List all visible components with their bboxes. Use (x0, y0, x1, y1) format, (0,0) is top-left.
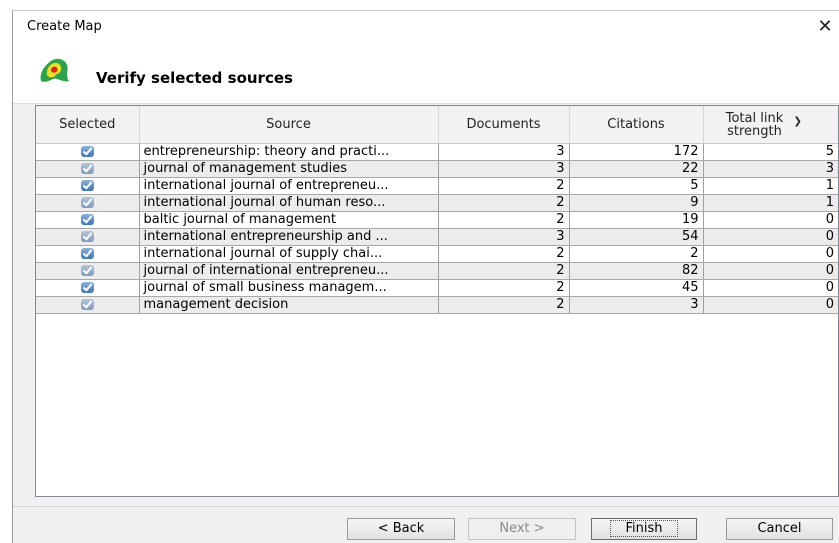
back-button[interactable]: < Back (347, 518, 455, 540)
chevron-down-icon: ❯ (793, 116, 802, 127)
selected-checkbox[interactable] (36, 160, 140, 178)
link-strength-cell: 0 (703, 262, 838, 280)
title-bar: Create Map ✕ (13, 11, 839, 43)
source-cell: management decision (139, 296, 439, 314)
citations-cell: 9 (569, 194, 704, 212)
checkbox-checked-icon[interactable] (80, 248, 94, 259)
documents-cell: 2 (438, 296, 570, 314)
selected-checkbox[interactable] (36, 143, 140, 161)
column-header-documents[interactable]: Documents (438, 106, 570, 144)
table-row[interactable]: international journal of supply chai... 2… (36, 245, 838, 263)
source-cell: international journal of human reso... (139, 194, 439, 212)
table-row[interactable]: international entrepreneurship and ... 3 5… (36, 228, 838, 246)
citations-cell: 172 (569, 143, 704, 161)
column-header-total-link-strength[interactable]: Total link strength ❯ (703, 106, 838, 144)
link-strength-cell: 3 (703, 160, 838, 178)
table-header-row: Selected Source Documents Citations Tota… (36, 106, 838, 144)
citations-cell: 54 (569, 228, 704, 246)
table-row[interactable]: journal of international entrepreneu... 2… (36, 262, 838, 280)
checkbox-checked-icon[interactable] (80, 299, 94, 310)
selected-checkbox[interactable] (36, 228, 140, 246)
link-strength-cell: 0 (703, 296, 838, 314)
table-row[interactable]: international journal of human reso... 2 9… (36, 194, 838, 212)
documents-cell: 2 (438, 262, 570, 280)
selected-checkbox[interactable] (36, 194, 140, 212)
create-map-dialog: Create Map ✕ Verify selected sources Sel… (12, 10, 839, 543)
wizard-header: Verify selected sources (13, 43, 839, 104)
citations-cell: 3 (569, 296, 704, 314)
citations-cell: 22 (569, 160, 704, 178)
source-cell: international entrepreneurship and ... (139, 228, 439, 246)
citations-cell: 82 (569, 262, 704, 280)
next-button[interactable]: Next > (468, 518, 576, 540)
column-header-selected[interactable]: Selected (36, 106, 140, 144)
citations-cell: 5 (569, 177, 704, 195)
selected-checkbox[interactable] (36, 211, 140, 229)
source-cell: international journal of entrepreneu... (139, 177, 439, 195)
source-cell: journal of management studies (139, 160, 439, 178)
documents-cell: 3 (438, 143, 570, 161)
page-title: Verify selected sources (96, 69, 293, 87)
selected-checkbox[interactable] (36, 262, 140, 280)
finish-button[interactable]: Finish (591, 518, 697, 540)
sources-table: Selected Source Documents Citations Tota… (35, 105, 839, 497)
documents-cell: 3 (438, 160, 570, 178)
checkbox-checked-icon[interactable] (80, 214, 94, 225)
citations-cell: 2 (569, 245, 704, 263)
link-strength-cell: 0 (703, 211, 838, 229)
checkbox-checked-icon[interactable] (80, 265, 94, 276)
link-strength-cell: 0 (703, 245, 838, 263)
vosviewer-map-icon (40, 58, 69, 82)
selected-checkbox[interactable] (36, 279, 140, 297)
checkbox-checked-icon[interactable] (80, 231, 94, 242)
checkbox-checked-icon[interactable] (80, 282, 94, 293)
link-strength-cell: 0 (703, 279, 838, 297)
column-header-source[interactable]: Source (139, 106, 439, 144)
window-title: Create Map (27, 19, 102, 34)
selected-checkbox[interactable] (36, 177, 140, 195)
button-bar-divider (13, 506, 839, 507)
checkbox-checked-icon[interactable] (80, 197, 94, 208)
selected-checkbox[interactable] (36, 296, 140, 314)
checkbox-checked-icon[interactable] (80, 146, 94, 157)
table-row[interactable]: journal of management studies 3 22 3 (36, 160, 838, 178)
documents-cell: 2 (438, 177, 570, 195)
column-header-total-link-strength-label: Total link strength (725, 110, 784, 139)
column-header-citations[interactable]: Citations (569, 106, 704, 144)
link-strength-cell: 0 (703, 228, 838, 246)
cancel-button[interactable]: Cancel (726, 518, 833, 540)
table-row[interactable]: international journal of entrepreneu... 2… (36, 177, 838, 195)
checkbox-checked-icon[interactable] (80, 163, 94, 174)
close-icon[interactable]: ✕ (813, 15, 837, 39)
documents-cell: 3 (438, 228, 570, 246)
documents-cell: 2 (438, 245, 570, 263)
table-row[interactable]: journal of small business managem... 2 45 0 (36, 279, 838, 297)
table-row[interactable]: management decision 2 3 0 (36, 296, 838, 314)
source-cell: baltic journal of management (139, 211, 439, 229)
citations-cell: 45 (569, 279, 704, 297)
checkbox-checked-icon[interactable] (80, 180, 94, 191)
link-strength-cell: 1 (703, 177, 838, 195)
citations-cell: 19 (569, 211, 704, 229)
finish-button-label: Finish (610, 520, 678, 537)
table-row[interactable]: baltic journal of management 2 19 0 (36, 211, 838, 229)
selected-checkbox[interactable] (36, 245, 140, 263)
documents-cell: 2 (438, 211, 570, 229)
source-cell: international journal of supply chai... (139, 245, 439, 263)
documents-cell: 2 (438, 279, 570, 297)
table-row[interactable]: entrepreneurship: theory and practi... 3 1… (36, 143, 838, 161)
source-cell: journal of international entrepreneu... (139, 262, 439, 280)
link-strength-cell: 1 (703, 194, 838, 212)
documents-cell: 2 (438, 194, 570, 212)
source-cell: entrepreneurship: theory and practi... (139, 143, 439, 161)
source-cell: journal of small business managem... (139, 279, 439, 297)
link-strength-cell: 5 (703, 143, 838, 161)
